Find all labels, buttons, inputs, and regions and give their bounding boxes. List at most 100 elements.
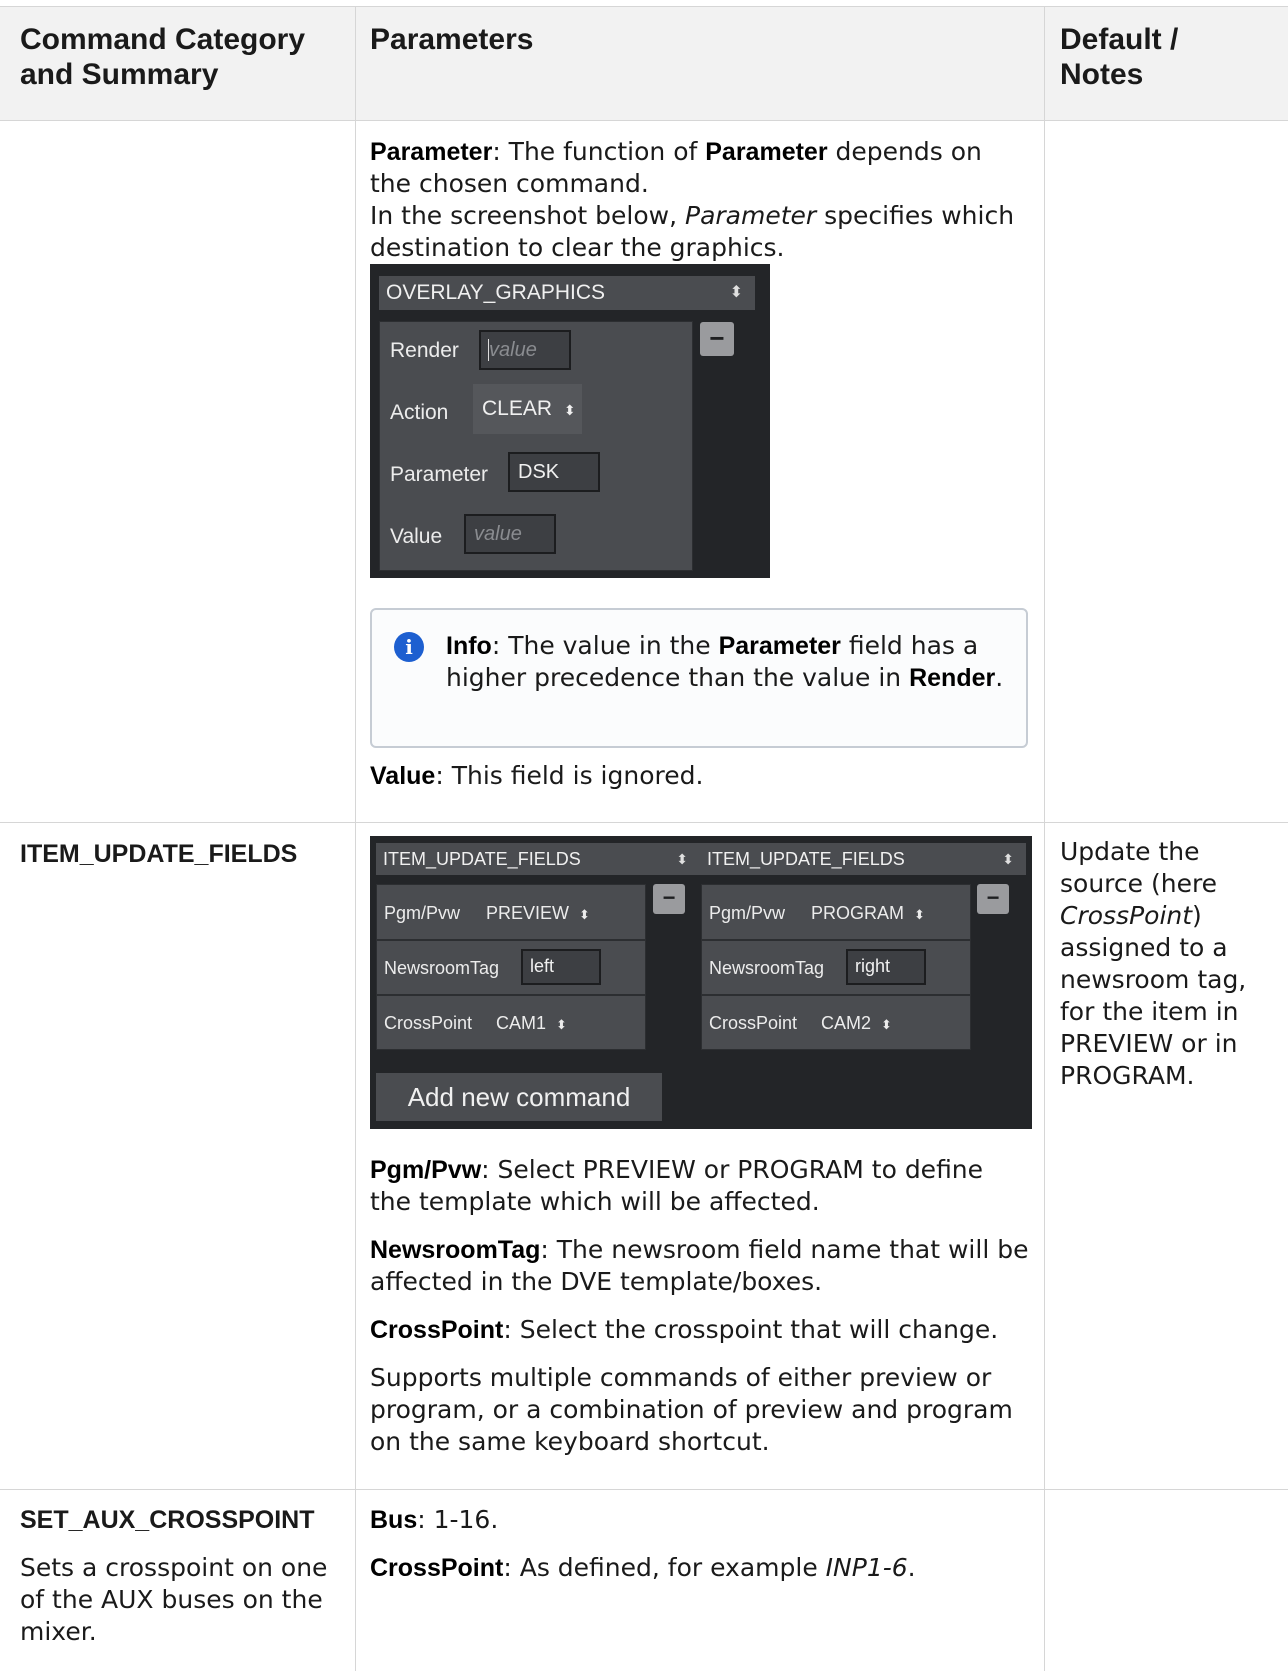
table-border (355, 6, 356, 1671)
select-value: CAM2 (821, 1013, 872, 1033)
crosspoint-select[interactable]: CAM2 ⬍ (821, 1013, 892, 1034)
select-value: CAM1 (496, 1013, 547, 1033)
row2-notes: Update the source (here CrossPoint) assi… (1060, 836, 1280, 1092)
text-run: : This field is ignored. (435, 761, 704, 790)
text-run: Supports multiple commands of either pre… (370, 1363, 1013, 1456)
text-run: . (907, 1553, 916, 1582)
table-border (0, 822, 1288, 823)
remove-command-button[interactable]: − (700, 322, 734, 356)
bold-term: Parameter (718, 632, 841, 660)
table-border (0, 6, 1288, 7)
command-field-panel-right: Pgm/Pvw PROGRAM ⬍ NewsroomTag right Cross… (701, 884, 971, 1050)
divider (377, 994, 645, 996)
item-update-fields-screenshot: ITEM_UPDATE_FIELDS ⬍ Pgm/Pvw PREVIEW ⬍ Ne… (370, 836, 1032, 1129)
command-select-right[interactable]: ITEM_UPDATE_FIELDS ⬍ (700, 843, 1026, 875)
bold-term: Value (370, 762, 436, 790)
text-run: In the screenshot below, (370, 201, 685, 230)
parameter-value: DSK (518, 461, 560, 483)
text-run: : Select the crosspoint that will change… (503, 1315, 999, 1344)
dropdown-arrow-icon: ⬍ (1002, 851, 1014, 867)
command-name: SET_AUX_CROSSPOINT (20, 1506, 315, 1534)
command-select-value: ITEM_UPDATE_FIELDS (383, 849, 581, 869)
dropdown-arrow-icon: ⬍ (881, 1017, 892, 1032)
field-label: Parameter (390, 463, 489, 486)
dropdown-arrow-icon: ⬍ (676, 851, 688, 867)
documentation-page: Command Category and Summary Parameters … (0, 0, 1288, 1671)
field-label: CrossPoint (709, 1013, 798, 1033)
table-border (1044, 6, 1045, 1671)
command-select[interactable]: OVERLAY_GRAPHICS ⬍ (379, 276, 755, 310)
info-callout: i Info: The value in the Parameter field… (370, 608, 1028, 748)
italic-term: CrossPoint (1060, 901, 1193, 930)
header-text: Default / (1060, 23, 1179, 56)
bold-term: CrossPoint (370, 1316, 504, 1344)
value-input[interactable]: value (464, 514, 556, 554)
crosspoint-select[interactable]: CAM1 ⬍ (496, 1013, 567, 1034)
text-run: : 1-16. (417, 1505, 499, 1534)
parameter-input[interactable]: DSK (508, 452, 600, 492)
bold-term: NewsroomTag (370, 1236, 541, 1264)
command-select-value: OVERLAY_GRAPHICS (386, 281, 606, 304)
render-input[interactable]: value (479, 330, 571, 370)
header-text: Parameters (370, 23, 534, 56)
command-name: ITEM_UPDATE_FIELDS (20, 840, 298, 868)
text-run: Update the source (here (1060, 837, 1218, 898)
row2-param-3: CrossPoint: Select the crosspoint that w… (370, 1314, 1030, 1346)
divider (377, 939, 645, 941)
bold-term: Bus (370, 1506, 418, 1534)
value-placeholder: value (474, 523, 522, 545)
text-run: : The function of (492, 137, 706, 166)
remove-command-button[interactable]: − (977, 884, 1009, 914)
header-text: and Summary (20, 58, 219, 91)
field-label: NewsroomTag (709, 958, 825, 978)
text-run: : The value in the (491, 631, 719, 660)
dropdown-arrow-icon: ⬍ (556, 1017, 567, 1032)
header-text: Command Category (20, 23, 306, 56)
remove-command-button[interactable]: − (653, 884, 685, 914)
bold-term: Parameter (705, 138, 828, 166)
value-note: Value: This field is ignored. (370, 760, 1030, 792)
command-select-value: ITEM_UPDATE_FIELDS (707, 849, 905, 869)
divider (702, 994, 970, 996)
header-text: Notes (1060, 58, 1144, 91)
select-value: PROGRAM (811, 903, 905, 923)
field-label: Value (390, 525, 443, 548)
pgm-pvw-select[interactable]: PREVIEW ⬍ (486, 903, 590, 924)
command-summary: Sets a crosspoint on one of the AUX buse… (20, 1553, 328, 1646)
field-label: NewsroomTag (384, 958, 500, 978)
table-border (0, 120, 1288, 121)
newsroom-tag-input[interactable]: right (846, 949, 926, 985)
bold-term: Render (909, 664, 996, 692)
field-label: CrossPoint (384, 1013, 473, 1033)
newsroom-tag-input[interactable]: left (521, 949, 601, 985)
bold-term: CrossPoint (370, 1554, 504, 1582)
header-col-notes: Default / Notes (1060, 22, 1178, 92)
dropdown-arrow-icon: ⬍ (914, 907, 925, 922)
info-icon: i (394, 632, 424, 662)
row2-param-1: Pgm/Pvw: Select PREVIEW or PROGRAM to de… (370, 1154, 1030, 1218)
italic-term: Parameter (685, 201, 817, 230)
header-col-parameters: Parameters (370, 22, 533, 57)
field-label: Pgm/Pvw (384, 903, 461, 923)
bold-term: Pgm/Pvw (370, 1156, 482, 1184)
header-col-command: Command Category and Summary (20, 22, 305, 92)
bold-term: Parameter (370, 138, 493, 166)
divider (702, 939, 970, 941)
command-select-left[interactable]: ITEM_UPDATE_FIELDS ⬍ (376, 843, 700, 875)
row3-param-2: CrossPoint: As defined, for example INP1… (370, 1552, 1030, 1584)
pgm-pvw-select[interactable]: PROGRAM ⬍ (811, 903, 925, 924)
text-run: . (995, 663, 1004, 692)
field-label: Action (390, 401, 449, 424)
dropdown-arrow-icon: ⬍ (579, 907, 590, 922)
table-border (0, 1489, 1288, 1490)
command-field-panel-left: Pgm/Pvw PREVIEW ⬍ NewsroomTag left CrossP… (376, 884, 646, 1050)
field-label: Render (390, 339, 459, 362)
action-value: CLEAR (482, 397, 553, 420)
action-select[interactable]: CLEAR ⬍ (473, 384, 582, 434)
input-value: left (530, 956, 555, 976)
info-text: Info: The value in the Parameter field h… (446, 630, 1006, 694)
add-new-command-button[interactable]: Add new command (376, 1073, 662, 1121)
text-run: : As defined, for example (503, 1553, 826, 1582)
select-value: PREVIEW (486, 903, 570, 923)
row2-param-2: NewsroomTag: The newsroom field name tha… (370, 1234, 1030, 1298)
